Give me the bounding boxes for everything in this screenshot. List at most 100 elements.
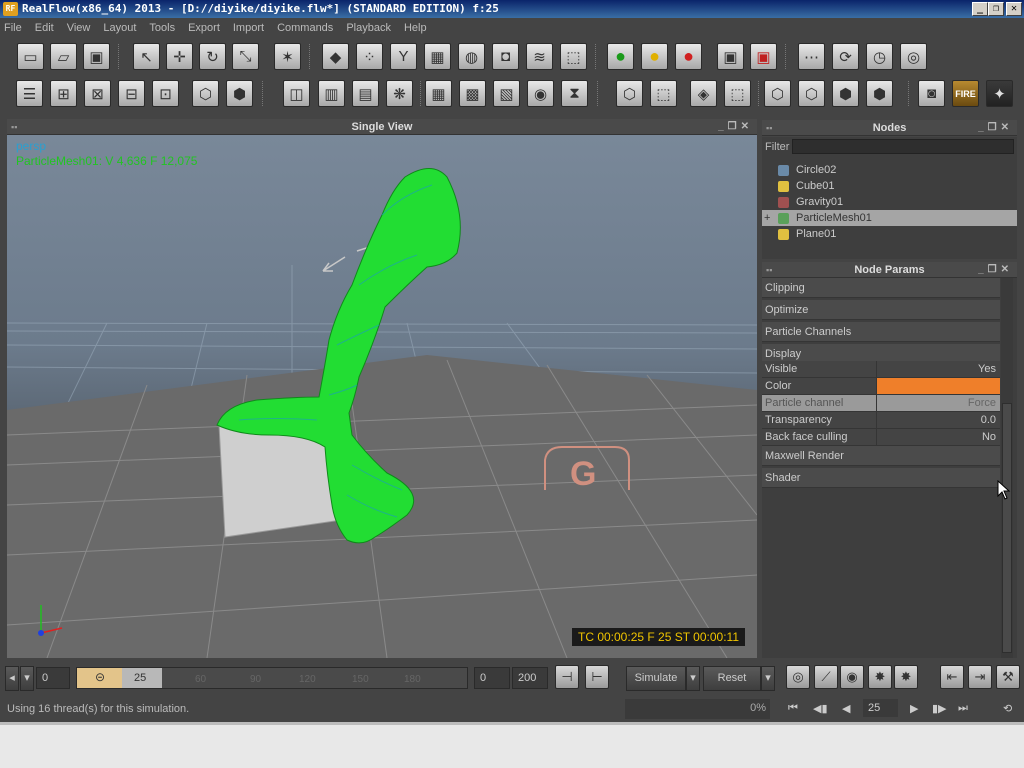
simulate-dropdown-icon[interactable]: ▾ [686, 666, 700, 691]
relationship-editor-icon[interactable]: ▥ [318, 80, 345, 107]
group-tool-icon[interactable]: ⊡ [152, 80, 179, 107]
menu-layout[interactable]: Layout [103, 22, 136, 34]
notes-icon[interactable]: ▤ [352, 80, 379, 107]
cube-view-d-icon[interactable]: ⬢ [866, 80, 893, 107]
param-transparency[interactable]: Transparency 0.0 [762, 412, 1000, 429]
close-button[interactable]: ✕ [1006, 2, 1022, 16]
open-scene-icon[interactable]: ▱ [50, 43, 77, 70]
particles-icon[interactable]: ❋ [386, 80, 413, 107]
params-controls-icon[interactable]: _❐✕ [978, 262, 1013, 278]
3d-viewport[interactable]: G persp ParticleMesh01: V 4,636 F 12,075… [7, 135, 757, 658]
add-cube-icon[interactable]: ▦ [424, 43, 451, 70]
simulate-button[interactable]: Simulate [626, 666, 686, 691]
save-cache-icon[interactable]: ▣ [717, 43, 744, 70]
start-frame-field[interactable]: 0 [36, 667, 70, 689]
node-item-particlemesh01[interactable]: + ParticleMesh01 [762, 210, 1017, 226]
scrollbar-thumb[interactable] [1002, 403, 1012, 653]
texture-a-icon[interactable]: ▦ [425, 80, 452, 107]
render-icon[interactable]: ◙ [918, 80, 945, 107]
section-clipping[interactable]: Clipping [762, 278, 1000, 298]
play-back-icon[interactable]: ◀ [842, 702, 850, 715]
param-particle-channel[interactable]: Particle channel Force [762, 395, 1000, 412]
current-frame-field[interactable]: 25 [863, 699, 898, 717]
current-frame-marker[interactable]: 25 [122, 668, 162, 688]
world-run-icon[interactable]: ◎ [900, 43, 927, 70]
select-tool-icon[interactable]: ↖ [133, 43, 160, 70]
new-scene-icon[interactable]: ▭ [17, 43, 44, 70]
add-object-icon[interactable]: ◆ [322, 43, 349, 70]
save-scene-icon[interactable]: ▣ [83, 43, 110, 70]
cube-view-a-icon[interactable]: ⬡ [764, 80, 791, 107]
go-end-icon[interactable]: ⏭ [958, 702, 968, 715]
menu-view[interactable]: View [67, 22, 91, 34]
add-daemon-icon[interactable]: Y [390, 43, 417, 70]
add-wave-icon[interactable]: ≋ [526, 43, 553, 70]
add-camera-icon[interactable]: ◘ [492, 43, 519, 70]
add-domain-icon[interactable]: ⬚ [560, 43, 587, 70]
cube-view-c-icon[interactable]: ⬢ [832, 80, 859, 107]
texture-d-icon[interactable]: ◉ [527, 80, 554, 107]
node-item-plane01[interactable]: Plane01 [762, 226, 1017, 242]
menu-help[interactable]: Help [404, 22, 427, 34]
menu-commands[interactable]: Commands [277, 22, 333, 34]
menu-playback[interactable]: Playback [346, 22, 391, 34]
add-mesh-icon[interactable]: ◍ [458, 43, 485, 70]
menu-file[interactable]: File [4, 22, 22, 34]
color-swatch[interactable] [876, 378, 1000, 394]
rotate-tool-icon[interactable]: ↻ [199, 43, 226, 70]
starfield-icon[interactable]: ✦ [986, 80, 1013, 107]
timeline-dropdown-icon[interactable]: ▾ [20, 666, 34, 691]
wire-icon[interactable]: ◎ [786, 665, 810, 689]
viewport-controls-icon[interactable]: _❐✕ [718, 119, 753, 135]
loop-icon[interactable]: ⟲ [1003, 702, 1012, 715]
particles-b-icon[interactable]: ✸ [894, 665, 918, 689]
timer-run-icon[interactable]: ◷ [866, 43, 893, 70]
fire-icon[interactable]: FIRE [952, 80, 979, 107]
frame-slider[interactable]: 25 ⊝ 60 90 120 150 180 [76, 667, 468, 689]
menu-import[interactable]: Import [233, 22, 264, 34]
axis-tool-icon[interactable]: ✶ [274, 43, 301, 70]
node-item-cube01[interactable]: Cube01 [762, 178, 1017, 194]
filter-input[interactable] [792, 139, 1014, 154]
maximize-button[interactable]: ❐ [988, 2, 1004, 16]
expand-icon[interactable]: + [764, 210, 770, 226]
minimize-button[interactable]: _ [972, 2, 988, 16]
domain-b-icon[interactable]: ⬚ [650, 80, 677, 107]
reset-button[interactable]: Reset [703, 666, 761, 691]
grip-icon[interactable]: ▪▪ [11, 119, 17, 135]
export-prev-icon[interactable]: ⇤ [940, 665, 964, 689]
param-value[interactable]: No [876, 429, 1000, 445]
param-color[interactable]: Color [762, 378, 1000, 395]
slider-handle-icon[interactable]: ⊝ [95, 670, 105, 684]
particles-a-icon[interactable]: ✸ [868, 665, 892, 689]
box-view-icon[interactable]: ⬡ [192, 80, 219, 107]
play-icon[interactable]: ▶ [910, 702, 918, 715]
param-value[interactable]: Force [876, 395, 1000, 411]
section-particle-channels[interactable]: Particle Channels [762, 322, 1000, 342]
menu-export[interactable]: Export [188, 22, 220, 34]
batch-run-icon[interactable]: ⟳ [832, 43, 859, 70]
node-item-circle02[interactable]: Circle02 [762, 162, 1017, 178]
edit-curve-icon[interactable]: ⟋ [814, 665, 838, 689]
texture-b-icon[interactable]: ▩ [459, 80, 486, 107]
eye-icon[interactable]: ◉ [840, 665, 864, 689]
node-item-gravity01[interactable]: Gravity01 [762, 194, 1017, 210]
parent-tool-icon[interactable]: ⊟ [118, 80, 145, 107]
timeline-menu-icon[interactable]: ◂ [5, 666, 19, 691]
script-run-icon[interactable]: ⋯ [798, 43, 825, 70]
reset-dropdown-icon[interactable]: ▾ [761, 666, 775, 691]
section-optimize[interactable]: Optimize [762, 300, 1000, 320]
section-shader[interactable]: Shader [762, 468, 1000, 488]
yellow-light-icon[interactable]: ● [641, 43, 668, 70]
graph-editor-icon[interactable]: ◫ [283, 80, 310, 107]
hourglass-icon[interactable]: ⧗ [561, 80, 588, 107]
step-back-icon[interactable]: ◀▮ [813, 702, 828, 715]
section-maxwell-render[interactable]: Maxwell Render [762, 446, 1000, 466]
domain-d-icon[interactable]: ⬚ [724, 80, 751, 107]
go-start-icon[interactable]: ⏮ [788, 702, 798, 715]
grip-icon[interactable]: ▪▪ [766, 120, 772, 136]
export-next-icon[interactable]: ⇥ [968, 665, 992, 689]
green-light-icon[interactable]: ● [607, 43, 634, 70]
add-emitter-icon[interactable]: ⁘ [356, 43, 383, 70]
nodes-controls-icon[interactable]: _❐✕ [978, 120, 1013, 136]
